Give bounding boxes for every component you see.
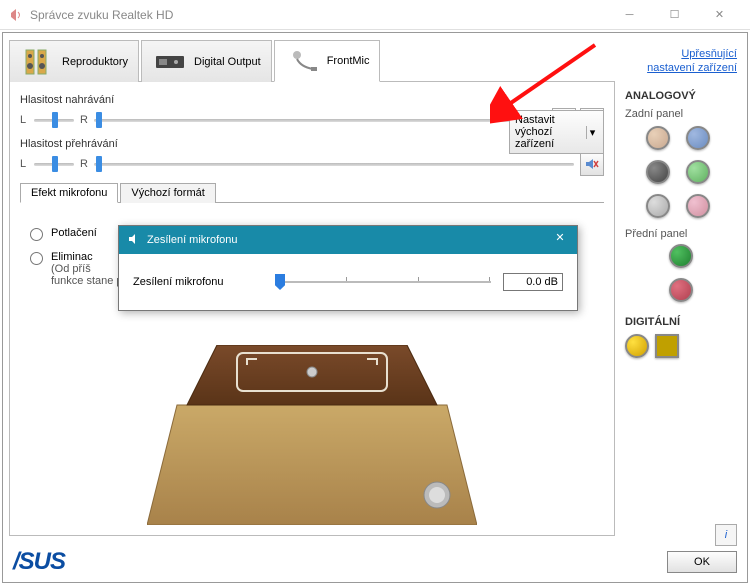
ok-button[interactable]: OK — [667, 551, 737, 573]
default-device-line2: výchozí zařízení — [515, 126, 582, 150]
boost-slider[interactable] — [275, 272, 491, 292]
tab-digital-output[interactable]: Digital Output — [141, 40, 272, 82]
channel-l: L — [20, 114, 28, 126]
jack-green[interactable] — [686, 160, 710, 184]
radio-icon — [30, 228, 43, 241]
advanced-settings-link[interactable]: Upřesňující nastavení zařízení — [625, 47, 737, 76]
boost-label: Zesílení mikrofonu — [133, 276, 263, 288]
footer: /SUS OK — [13, 548, 737, 576]
window-title: Správce zvuku Realtek HD — [30, 8, 607, 22]
jack-beige[interactable] — [646, 126, 670, 150]
analog-heading: ANALOGOVÝ — [625, 90, 737, 102]
jack-optical[interactable] — [655, 334, 679, 358]
default-device-dropdown[interactable]: Nastavit výchozí zařízení ▾ — [509, 110, 604, 154]
playback-volume-slider[interactable] — [94, 156, 574, 172]
default-device-line1: Nastavit — [515, 114, 582, 126]
jack-black[interactable] — [646, 160, 670, 184]
mic-subtabs: Efekt mikrofonu Výchozí formát — [20, 182, 604, 203]
device-tabs: Reproduktory Digital Output FrontMic — [9, 39, 615, 82]
speakers-icon — [20, 48, 56, 76]
dialog-title: Zesílení mikrofonu — [147, 234, 551, 246]
info-button[interactable]: i — [715, 524, 737, 546]
digital-jacks — [625, 334, 737, 358]
boost-value: 0.0 dB — [503, 273, 563, 291]
close-button[interactable]: ✕ — [697, 1, 742, 29]
mic-icon — [285, 47, 321, 75]
jack-blue[interactable] — [686, 126, 710, 150]
tab-frontmic[interactable]: FrontMic — [274, 40, 381, 82]
room-illustration — [147, 345, 477, 525]
back-panel-label: Zadní panel — [625, 108, 737, 120]
titlebar: Správce zvuku Realtek HD ─ ☐ ✕ — [0, 0, 750, 30]
dialog-close-button[interactable]: ✕ — [551, 231, 569, 249]
asus-logo: /SUS — [13, 548, 65, 576]
chevron-down-icon: ▾ — [586, 126, 598, 139]
channel-r: R — [80, 114, 88, 126]
balance-slider[interactable] — [34, 156, 74, 172]
digital-output-icon — [152, 48, 188, 76]
maximize-button[interactable]: ☐ — [652, 1, 697, 29]
channel-l: L — [20, 158, 28, 170]
jack-spdif[interactable] — [625, 334, 649, 358]
tab-label: Digital Output — [194, 56, 261, 68]
front-panel-jacks — [625, 244, 737, 302]
app-icon — [8, 7, 24, 23]
jack-pink[interactable] — [686, 194, 710, 218]
jack-front-green[interactable] — [669, 244, 693, 268]
jack-front-pink[interactable] — [669, 278, 693, 302]
front-panel-label: Přední panel — [625, 228, 737, 240]
mute-playback-button[interactable] — [580, 152, 604, 176]
recording-volume-label: Hlasitost nahrávání — [20, 94, 604, 106]
speaker-icon — [127, 232, 141, 249]
channel-r: R — [80, 158, 88, 170]
minimize-button[interactable]: ─ — [607, 1, 652, 29]
tab-speakers[interactable]: Reproduktory — [9, 40, 139, 82]
jack-grey[interactable] — [646, 194, 670, 218]
subtab-format[interactable]: Výchozí formát — [120, 183, 215, 203]
side-panel: Upřesňující nastavení zařízení ANALOGOVÝ… — [621, 39, 741, 536]
dialog-titlebar[interactable]: Zesílení mikrofonu ✕ — [119, 226, 577, 254]
recording-volume-slider[interactable] — [94, 112, 546, 128]
mic-boost-dialog: Zesílení mikrofonu ✕ Zesílení mikrofonu … — [118, 225, 578, 311]
tab-label: FrontMic — [327, 55, 370, 67]
tab-label: Reproduktory — [62, 56, 128, 68]
subtab-effect[interactable]: Efekt mikrofonu — [20, 183, 118, 203]
option-label: Eliminac — [51, 251, 93, 263]
balance-slider[interactable] — [34, 112, 74, 128]
radio-icon — [30, 252, 43, 265]
back-panel-jacks — [625, 126, 737, 218]
option-label: Potlačení — [51, 227, 97, 239]
digital-heading: DIGITÁLNÍ — [625, 316, 737, 328]
